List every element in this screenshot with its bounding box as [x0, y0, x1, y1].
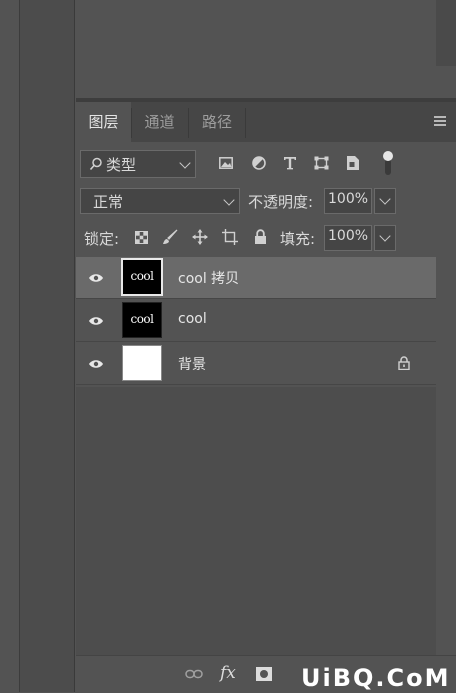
opacity-label: 不透明度: — [248, 193, 314, 211]
layer-row-cool[interactable]: cool cool — [76, 300, 436, 342]
chevron-down-icon — [179, 157, 191, 169]
smart-object-filter-icon[interactable] — [346, 155, 360, 171]
link-icon[interactable] — [185, 669, 203, 679]
image-filter-icon[interactable] — [219, 157, 233, 169]
thumbnail-text: cool — [130, 312, 154, 326]
layer-thumbnail: cool — [122, 302, 162, 338]
thumbnail-text: cool — [130, 269, 154, 283]
chevron-down-icon — [379, 193, 391, 205]
adjustment-filter-icon[interactable] — [252, 156, 266, 170]
chevron-down-icon — [379, 230, 391, 242]
lock-all-icon[interactable] — [254, 229, 267, 244]
lock-transparent-icon[interactable] — [135, 231, 148, 244]
lock-icon[interactable] — [398, 356, 410, 370]
tab-layers[interactable]: 图层 — [76, 102, 131, 142]
tab-separator — [245, 108, 246, 138]
fill-input[interactable]: 100% — [324, 225, 372, 251]
mask-icon[interactable] — [256, 667, 272, 681]
layer-name[interactable]: 背景 — [178, 354, 206, 374]
tab-channels[interactable]: 通道 — [132, 102, 187, 142]
watermark: UiBQ.CoM — [301, 664, 451, 692]
workspace-dock-column — [20, 0, 75, 692]
chevron-down-icon — [223, 194, 235, 206]
layer-name[interactable]: cool 拷贝 — [178, 268, 239, 288]
opacity-dropdown-button[interactable] — [374, 188, 396, 214]
layers-panel: 图层 通道 路径 类型 正常 不透明度: 100% 锁定: 填充: 100% c… — [76, 102, 456, 693]
layers-scrollbar[interactable] — [436, 257, 456, 657]
workspace-left-strip — [0, 0, 20, 692]
panel-tab-bar: 图层 通道 路径 — [76, 102, 456, 142]
opacity-value: 100% — [328, 191, 369, 207]
layer-row-background[interactable]: 背景 — [76, 343, 436, 385]
fx-icon[interactable]: fx — [220, 663, 236, 683]
blend-mode-value: 正常 — [93, 193, 124, 211]
fill-value: 100% — [328, 228, 369, 244]
lock-artboard-icon[interactable] — [222, 229, 238, 245]
layer-row-cool-copy[interactable]: cool cool 拷贝 — [76, 257, 436, 299]
blend-mode-select[interactable]: 正常 — [80, 188, 240, 214]
lock-position-icon[interactable] — [192, 229, 208, 245]
eye-icon[interactable] — [88, 357, 104, 371]
upper-panel — [76, 0, 456, 98]
fill-dropdown-button[interactable] — [374, 225, 396, 251]
layer-filter-kind-select[interactable]: 类型 — [80, 150, 196, 178]
opacity-input[interactable]: 100% — [324, 188, 372, 214]
filter-toggle-icon[interactable] — [382, 150, 394, 176]
tab-paths[interactable]: 路径 — [189, 102, 245, 142]
magnifier-icon — [89, 157, 102, 171]
fill-label: 填充: — [280, 230, 316, 248]
upper-panel-scrollbar[interactable] — [436, 0, 456, 66]
filter-kind-label: 类型 — [106, 156, 137, 174]
layer-name[interactable]: cool — [178, 311, 207, 327]
panel-menu-icon[interactable] — [434, 116, 446, 126]
lock-image-icon[interactable] — [162, 229, 178, 245]
layers-list-empty-area — [76, 387, 436, 655]
shape-filter-icon[interactable] — [314, 156, 329, 170]
eye-icon[interactable] — [88, 271, 104, 285]
layer-thumbnail — [122, 345, 162, 381]
eye-icon[interactable] — [88, 314, 104, 328]
type-filter-icon[interactable] — [283, 156, 297, 170]
layer-thumbnail: cool — [121, 258, 163, 296]
lock-label: 锁定: — [84, 230, 120, 248]
